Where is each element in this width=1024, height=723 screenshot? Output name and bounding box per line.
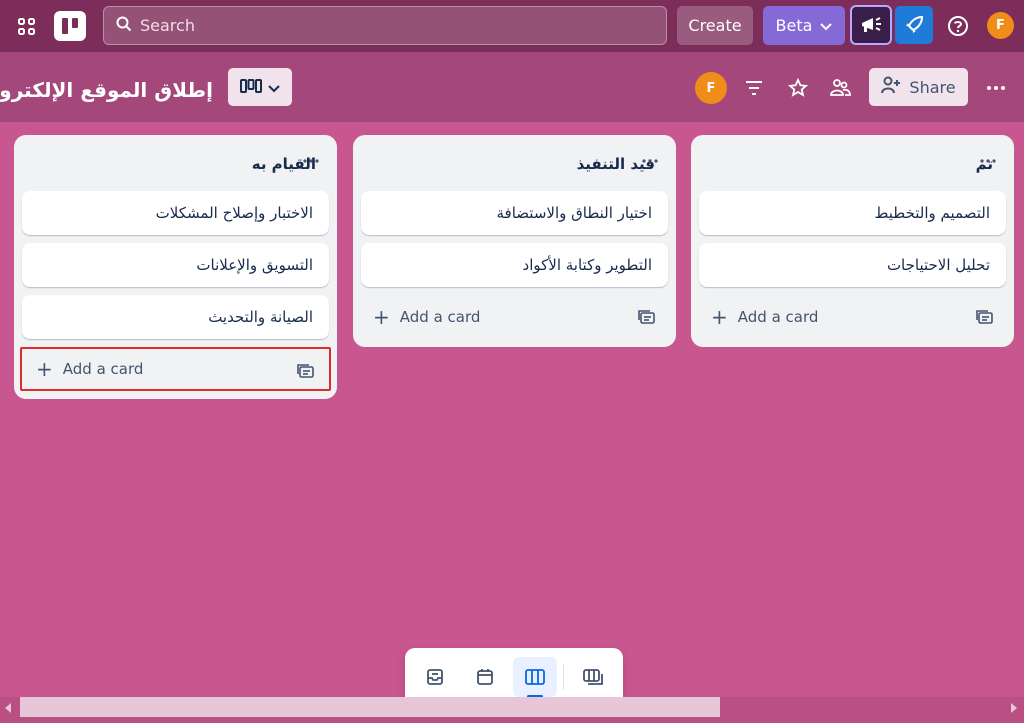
card[interactable]: الاختبار وإصلاح المشكلات bbox=[22, 191, 329, 235]
board-view-switcher[interactable] bbox=[228, 68, 292, 106]
card[interactable]: اختيار النطاق والاستضافة bbox=[361, 191, 668, 235]
help-icon[interactable] bbox=[944, 12, 972, 40]
plus-icon: + bbox=[373, 305, 390, 329]
scroll-left-icon[interactable] bbox=[4, 699, 14, 713]
card-template-icon[interactable] bbox=[297, 363, 315, 379]
top-navigation: Create Beta F bbox=[0, 0, 1024, 52]
card-template-icon[interactable] bbox=[976, 309, 994, 325]
horizontal-scrollbar[interactable] bbox=[0, 697, 1024, 723]
card[interactable]: الصيانة والتحديث bbox=[22, 295, 329, 339]
add-card-label: Add a card bbox=[62, 360, 144, 378]
share-button[interactable]: Share bbox=[869, 68, 968, 106]
card-title: التسويق والإعلانات bbox=[196, 256, 313, 274]
scrollbar-thumb[interactable] bbox=[20, 697, 720, 717]
inbox-icon[interactable] bbox=[413, 657, 457, 697]
add-card-button[interactable]: + Add a card bbox=[359, 295, 670, 339]
card-title: تحليل الاحتياجات bbox=[886, 256, 990, 274]
filter-icon[interactable] bbox=[742, 76, 766, 100]
list-header: القيام به bbox=[14, 135, 337, 191]
app-switcher-icon[interactable] bbox=[12, 12, 42, 42]
trello-logo[interactable] bbox=[54, 11, 86, 41]
card[interactable]: تحليل الاحتياجات bbox=[699, 243, 1006, 287]
list-menu-icon[interactable] bbox=[299, 153, 323, 169]
card[interactable]: التطوير وكتابة الأكواد bbox=[361, 243, 668, 287]
chevron-down-icon bbox=[820, 16, 833, 35]
card-template-icon[interactable] bbox=[638, 309, 656, 325]
list-menu-icon[interactable] bbox=[638, 153, 662, 169]
announcement-megaphone-icon[interactable] bbox=[850, 5, 892, 45]
beta-button[interactable]: Beta bbox=[763, 6, 845, 45]
board-icon[interactable] bbox=[513, 657, 557, 697]
list-in-progress: قيد التنفيذ اختيار النطاق والاستضافة الت… bbox=[353, 135, 676, 347]
card-title: الاختبار وإصلاح المشكلات bbox=[155, 204, 313, 222]
list-header: قيد التنفيذ bbox=[353, 135, 676, 191]
list-done: تم التصميم والتخطيط تحليل الاحتياجات + A… bbox=[691, 135, 1014, 347]
switch-boards-icon[interactable] bbox=[571, 657, 615, 697]
search-bar[interactable] bbox=[103, 6, 667, 45]
card-title: التطوير وكتابة الأكواد bbox=[522, 256, 652, 274]
search-input[interactable] bbox=[140, 16, 640, 35]
list-todo: القيام به الاختبار وإصلاح المشكلات التسو… bbox=[14, 135, 337, 399]
add-card-label: Add a card bbox=[737, 308, 819, 326]
beta-label: Beta bbox=[775, 16, 813, 35]
rocket-icon[interactable] bbox=[895, 6, 933, 44]
card[interactable]: التسويق والإعلانات bbox=[22, 243, 329, 287]
card-title: الصيانة والتحديث bbox=[208, 308, 313, 326]
board-header: إطلاق الموقع الإلكتروني F Share bbox=[0, 52, 1024, 122]
card-title: التصميم والتخطيط bbox=[874, 204, 990, 222]
board-title[interactable]: إطلاق الموقع الإلكتروني bbox=[0, 78, 213, 102]
board-view-icon bbox=[240, 78, 262, 97]
add-card-button[interactable]: + Add a card bbox=[697, 295, 1008, 339]
switcher-divider bbox=[563, 664, 564, 690]
calendar-icon[interactable] bbox=[463, 657, 507, 697]
add-card-button[interactable]: + Add a card bbox=[20, 347, 331, 391]
add-person-icon bbox=[881, 76, 901, 98]
star-icon[interactable] bbox=[786, 76, 810, 100]
chevron-down-icon bbox=[268, 78, 280, 97]
share-label: Share bbox=[909, 77, 956, 97]
card-title: اختيار النطاق والاستضافة bbox=[496, 204, 652, 222]
plus-icon: + bbox=[711, 305, 728, 329]
list-menu-icon[interactable] bbox=[976, 153, 1000, 169]
workspace-visibility-icon[interactable] bbox=[828, 75, 852, 99]
user-avatar[interactable]: F bbox=[987, 12, 1014, 39]
add-card-label: Add a card bbox=[399, 308, 481, 326]
plus-icon: + bbox=[36, 357, 53, 381]
more-options-icon[interactable] bbox=[983, 76, 1009, 100]
scroll-right-icon[interactable] bbox=[1010, 699, 1020, 713]
list-header: تم bbox=[691, 135, 1014, 191]
search-icon bbox=[116, 16, 132, 36]
board-member-avatar[interactable]: F bbox=[695, 72, 727, 104]
create-button[interactable]: Create bbox=[677, 6, 753, 45]
card[interactable]: التصميم والتخطيط bbox=[699, 191, 1006, 235]
